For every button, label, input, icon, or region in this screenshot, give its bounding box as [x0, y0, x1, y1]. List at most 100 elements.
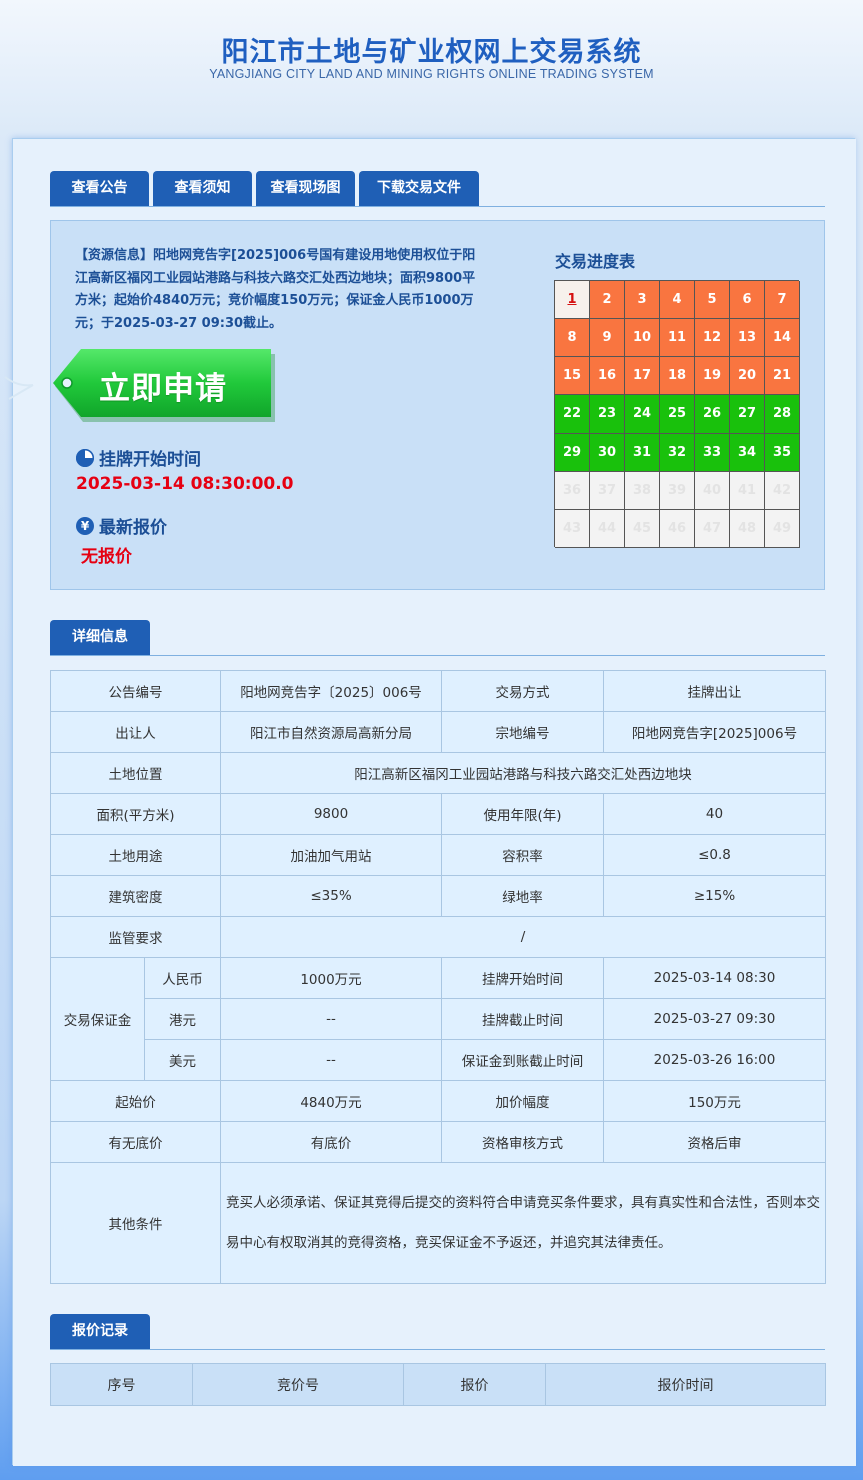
- quote-table: 序号 竞价号 报价 报价时间: [50, 1363, 826, 1406]
- detail-divider: [50, 655, 825, 656]
- cell-label: 建筑密度: [50, 875, 221, 917]
- progress-day-cell: 34: [730, 433, 765, 472]
- table-header-row: 序号 竞价号 报价 报价时间: [50, 1363, 826, 1406]
- table-row: 其他条件 竞买人必须承诺、保证其竞得后提交的资料符合申请竞买条件要求，具有真实性…: [50, 1162, 826, 1284]
- cell-label: 出让人: [50, 711, 221, 753]
- progress-day-cell: 12: [695, 319, 730, 358]
- cell-value: /: [220, 916, 826, 958]
- progress-day-cell: 23: [590, 395, 625, 434]
- progress-day-cell: 45: [625, 509, 660, 548]
- tab-view-announcement[interactable]: 查看公告: [50, 171, 149, 206]
- progress-day-cell: 8: [555, 319, 590, 358]
- progress-day-cell[interactable]: 1: [555, 281, 590, 320]
- progress-day-cell: 11: [660, 319, 695, 358]
- cell-value: 阳江市自然资源局高新分局: [220, 711, 442, 753]
- table-row: 公告编号 阳地网竞告字〔2025〕006号 交易方式 挂牌出让: [50, 670, 826, 712]
- site-header: 阳江市土地与矿业权网上交易系统 YANGJIANG CITY LAND AND …: [0, 0, 863, 130]
- cell-label: 资格审核方式: [441, 1121, 604, 1163]
- tab-view-site-map[interactable]: 查看现场图: [256, 171, 355, 206]
- apply-now-button[interactable]: 立即申请: [3, 347, 279, 423]
- detail-section-tab[interactable]: 详细信息: [50, 620, 150, 655]
- progress-day-cell: 17: [625, 357, 660, 396]
- progress-title: 交易进度表: [555, 252, 636, 271]
- resource-description: 【资源信息】阳地网竞告字[2025]006号国有建设用地使用权位于阳江高新区福冈…: [75, 248, 476, 331]
- cell-value: 40: [603, 793, 826, 835]
- cell-value: 竞买人必须承诺、保证其竞得后提交的资料符合申请竞买条件要求，具有真实性和合法性，…: [220, 1162, 826, 1284]
- resource-info-box: 【资源信息】阳地网竞告字[2025]006号国有建设用地使用权位于阳江高新区福冈…: [4, 220, 825, 590]
- latest-quote-label: 最新报价: [99, 518, 167, 538]
- listing-start-label: 挂牌开始时间: [99, 450, 201, 470]
- cell-value: 挂牌出让: [603, 670, 826, 712]
- table-row: 出让人 阳江市自然资源局高新分局 宗地编号 阳地网竞告字[2025]006号: [50, 711, 826, 753]
- cell-label: 绿地率: [441, 875, 604, 917]
- latest-quote-heading: ¥ 最新报价: [76, 513, 167, 538]
- cell-value: 阳江高新区福冈工业园站港路与科技六路交汇处西边地块: [220, 752, 826, 794]
- table-row: 面积(平方米) 9800 使用年限(年) 40: [50, 793, 826, 835]
- progress-day-cell: 49: [765, 509, 800, 548]
- progress-day-cell: 22: [555, 395, 590, 434]
- cell-label: 交易保证金: [50, 957, 145, 1081]
- clock-icon: [76, 448, 94, 467]
- cell-label: 容积率: [441, 834, 604, 876]
- quote-divider: [50, 1349, 825, 1350]
- tab-download-files[interactable]: 下载交易文件: [359, 171, 479, 206]
- table-row: 监管要求 /: [50, 916, 826, 958]
- cell-label: 公告编号: [50, 670, 221, 712]
- progress-day-cell: 24: [625, 395, 660, 434]
- cell-label: 挂牌截止时间: [441, 998, 604, 1040]
- cell-value: 2025-03-26 16:00: [603, 1039, 826, 1081]
- progress-grid: 1 2 3 4 5 6 7 8 9 10 11 12 13 14 15 16 17 18 19 20 21 22 23 24 2…: [554, 280, 800, 548]
- cell-label: 加价幅度: [441, 1080, 604, 1122]
- cell-label: 起始价: [50, 1080, 221, 1122]
- latest-quote-value: 无报价: [81, 547, 132, 567]
- progress-day-cell: 19: [695, 357, 730, 396]
- table-row: 土地位置 阳江高新区福冈工业园站港路与科技六路交汇处西边地块: [50, 752, 826, 794]
- progress-day-cell: 36: [555, 471, 590, 510]
- cell-value: 加油加气用站: [220, 834, 442, 876]
- progress-day-cell: 32: [660, 433, 695, 472]
- cell-label: 其他条件: [50, 1162, 221, 1284]
- cell-value: 1000万元: [220, 957, 442, 999]
- progress-day-cell: 21: [765, 357, 800, 396]
- table-row: 美元 -- 保证金到账截止时间 2025-03-26 16:00: [51, 1039, 826, 1081]
- cell-value: 资格后审: [603, 1121, 826, 1163]
- table-row: 交易保证金 人民币 1000万元 挂牌开始时间 2025-03-14 08:30: [50, 957, 826, 1081]
- cell-value: ≥15%: [603, 875, 826, 917]
- progress-day-cell: 43: [555, 509, 590, 548]
- progress-day-cell: 4: [660, 281, 695, 320]
- cell-value: 4840万元: [220, 1080, 442, 1122]
- table-row: 起始价 4840万元 加价幅度 150万元: [50, 1080, 826, 1122]
- progress-day-cell: 42: [765, 471, 800, 510]
- progress-day-cell: 13: [730, 319, 765, 358]
- progress-day-cell: 33: [695, 433, 730, 472]
- progress-day-cell: 9: [590, 319, 625, 358]
- progress-day-cell: 29: [555, 433, 590, 472]
- cell-value: ≤35%: [220, 875, 442, 917]
- progress-day-cell: 44: [590, 509, 625, 548]
- progress-day-cell: 14: [765, 319, 800, 358]
- cell-label: 人民币: [144, 957, 221, 999]
- progress-day-cell: 39: [660, 471, 695, 510]
- cell-label: 交易方式: [441, 670, 604, 712]
- cell-label: 有无底价: [50, 1121, 221, 1163]
- progress-day-cell: 7: [765, 281, 800, 320]
- table-row: 港元 -- 挂牌截止时间 2025-03-27 09:30: [51, 998, 826, 1040]
- cell-label: 面积(平方米): [50, 793, 221, 835]
- column-header: 报价: [403, 1363, 546, 1406]
- progress-day-cell: 27: [730, 395, 765, 434]
- progress-day-cell: 31: [625, 433, 660, 472]
- progress-day-cell: 5: [695, 281, 730, 320]
- progress-day-cell: 20: [730, 357, 765, 396]
- quote-section-tab[interactable]: 报价记录: [50, 1314, 150, 1349]
- yen-icon: ¥: [76, 516, 94, 535]
- cell-label: 监管要求: [50, 916, 221, 958]
- cell-value: 2025-03-14 08:30: [603, 957, 826, 999]
- cell-label: 土地用途: [50, 834, 221, 876]
- progress-day-cell: 10: [625, 319, 660, 358]
- cell-label: 挂牌开始时间: [441, 957, 604, 999]
- tabs-divider: [50, 206, 825, 207]
- cell-label: 港元: [144, 998, 221, 1040]
- tab-view-notice[interactable]: 查看须知: [153, 171, 252, 206]
- progress-day-cell: 47: [695, 509, 730, 548]
- cell-value: --: [220, 998, 442, 1040]
